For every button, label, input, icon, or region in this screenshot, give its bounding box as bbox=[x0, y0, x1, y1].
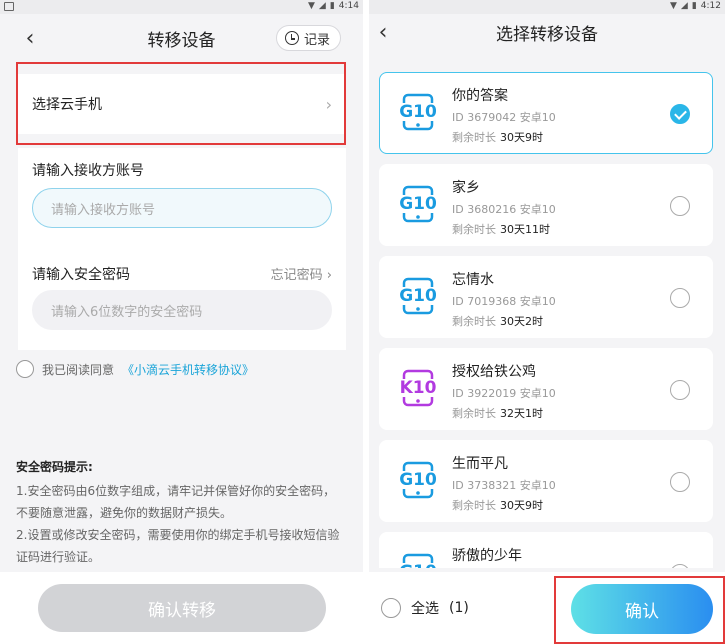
security-tips: 安全密码提示: 1.安全密码由6位数字组成，请牢记并保管好你的安全密码， 不要随… bbox=[16, 456, 346, 568]
device-radio-checked[interactable] bbox=[670, 104, 690, 124]
header: ‹ 选择转移设备 bbox=[369, 14, 725, 62]
select-cloud-phone-row[interactable]: 选择云手机 › bbox=[18, 74, 346, 134]
tips-line: 证码进行验证。 bbox=[16, 550, 101, 564]
device-name: 骄傲的少年 bbox=[452, 548, 522, 564]
device-badge-icon: G10 bbox=[398, 93, 438, 133]
tips-line: 不要随意泄露，避免你的数据财产损失。 bbox=[16, 506, 233, 520]
signal-icon: ◢ bbox=[680, 1, 688, 11]
transfer-form: 请输入接收方账号 请输入接收方账号 请输入安全密码 忘记密码 › 请输入6位数字… bbox=[18, 148, 346, 350]
device-list: G10 你的答案 ID 3679042 安卓10 剩余时长 30天9时 G10 家乡 ID 3… bbox=[379, 72, 713, 568]
forgot-password-label: 忘记密码 bbox=[270, 268, 323, 283]
select-all-toggle[interactable]: 全选 (1) bbox=[381, 598, 469, 618]
device-badge-label: G10 bbox=[399, 102, 437, 122]
device-name: 授权给铁公鸡 bbox=[452, 364, 536, 380]
device-badge-label: G10 bbox=[399, 286, 437, 306]
password-label: 请输入安全密码 bbox=[32, 267, 130, 283]
remaining-value: 30天11时 bbox=[500, 223, 550, 236]
remaining-label: 剩余时长 bbox=[452, 407, 496, 420]
status-time: 4:14 bbox=[338, 1, 359, 11]
agreement-row: 我已阅读同意 《小滴云手机转移协议》 bbox=[16, 360, 254, 378]
tips-title: 安全密码提示: bbox=[16, 460, 93, 474]
page-title: 选择转移设备 bbox=[496, 25, 598, 45]
device-remaining-time: 剩余时长 30天2时 bbox=[452, 313, 543, 329]
device-radio[interactable] bbox=[670, 564, 690, 568]
device-id: ID 3679042 安卓10 bbox=[452, 111, 556, 124]
device-radio[interactable] bbox=[670, 288, 690, 308]
chevron-right-icon: › bbox=[325, 94, 332, 114]
bottom-bar: 确认转移 bbox=[0, 572, 363, 644]
device-badge-label: G10 bbox=[399, 194, 437, 214]
header: ‹ 转移设备 记录 bbox=[0, 14, 363, 62]
tips-line: 2.设置或修改安全密码，需要使用你的绑定手机号接收短信验 bbox=[16, 528, 340, 542]
device-radio[interactable] bbox=[670, 472, 690, 492]
remaining-label: 剩余时长 bbox=[452, 315, 496, 328]
record-button[interactable]: 记录 bbox=[275, 25, 341, 51]
clock-icon bbox=[284, 31, 299, 45]
select-transfer-device-screen: ▼ ◢ ▮ 4:12 ‹ 选择转移设备 G10 你的答案 ID 3679042 安卓… bbox=[369, 0, 725, 644]
device-name: 家乡 bbox=[452, 180, 480, 196]
agreement-link[interactable]: 《小滴云手机转移协议》 bbox=[122, 361, 254, 378]
battery-icon: ▮ bbox=[691, 1, 697, 11]
device-badge-icon: G10 bbox=[398, 461, 438, 501]
select-cloud-phone-label: 选择云手机 bbox=[32, 97, 102, 113]
account-input[interactable]: 请输入接收方账号 bbox=[32, 188, 332, 228]
password-input[interactable]: 请输入6位数字的安全密码 bbox=[32, 290, 332, 330]
status-bar: ▼ ◢ ▮ 4:12 bbox=[369, 0, 725, 14]
signal-icon: ◢ bbox=[318, 1, 326, 11]
selected-count: (1) bbox=[449, 600, 469, 616]
device-remaining-time: 剩余时长 30天11时 bbox=[452, 221, 550, 237]
notification-icon bbox=[4, 2, 14, 11]
device-badge-icon: K10 bbox=[398, 369, 438, 409]
device-card[interactable]: G10 忘情水 ID 7019368 安卓10 剩余时长 30天2时 bbox=[379, 256, 713, 338]
wifi-icon: ▼ bbox=[669, 1, 677, 11]
bottom-bar: 全选 (1) 确认 bbox=[369, 572, 725, 644]
device-card[interactable]: G10 你的答案 ID 3679042 安卓10 剩余时长 30天9时 bbox=[379, 72, 713, 154]
device-card[interactable]: K10 授权给铁公鸡 ID 3922019 安卓10 剩余时长 32天1时 bbox=[379, 348, 713, 430]
device-card[interactable]: G10 生而平凡 ID 3738321 安卓10 剩余时长 30天9时 bbox=[379, 440, 713, 522]
status-time: 4:12 bbox=[700, 1, 721, 11]
device-badge-label: G10 bbox=[398, 562, 438, 568]
device-badge-icon: G10 bbox=[398, 553, 438, 568]
remaining-value: 30天9时 bbox=[500, 131, 543, 144]
agree-checkbox[interactable] bbox=[16, 360, 34, 378]
remaining-value: 30天2时 bbox=[500, 315, 543, 328]
confirm-transfer-button[interactable]: 确认转移 bbox=[38, 584, 326, 632]
device-badge-icon: G10 bbox=[398, 185, 438, 225]
account-label: 请输入接收方账号 bbox=[32, 163, 144, 179]
device-badge-label: K10 bbox=[399, 378, 437, 398]
select-all-label: 全选 bbox=[411, 601, 439, 617]
remaining-value: 32天1时 bbox=[500, 407, 543, 420]
chevron-right-icon: › bbox=[326, 268, 332, 283]
remaining-label: 剩余时长 bbox=[452, 223, 496, 236]
device-remaining-time: 剩余时长 30天9时 bbox=[452, 497, 543, 513]
record-button-label: 记录 bbox=[303, 32, 330, 48]
device-radio[interactable] bbox=[670, 196, 690, 216]
confirm-button[interactable]: 确认 bbox=[571, 584, 713, 634]
device-name: 生而平凡 bbox=[452, 456, 508, 472]
status-bar: ▼ ◢ ▮ 4:14 bbox=[0, 0, 363, 14]
device-card[interactable]: G10骄傲的少年ID 3696136 安卓10剩余时长 bbox=[379, 532, 713, 568]
device-badge-label: G10 bbox=[399, 470, 437, 490]
select-all-radio[interactable] bbox=[381, 598, 401, 618]
remaining-label: 剩余时长 bbox=[452, 499, 496, 512]
device-remaining-time: 剩余时长 32天1时 bbox=[452, 405, 543, 421]
device-badge-icon: G10 bbox=[398, 277, 438, 317]
remaining-label: 剩余时长 bbox=[452, 131, 496, 144]
battery-icon: ▮ bbox=[329, 1, 335, 11]
device-name: 你的答案 bbox=[452, 88, 508, 104]
forgot-password-link[interactable]: 忘记密码 › bbox=[271, 264, 332, 283]
device-id: ID 3680216 安卓10 bbox=[452, 203, 556, 216]
wifi-icon: ▼ bbox=[307, 1, 315, 11]
remaining-value: 30天9时 bbox=[500, 499, 543, 512]
device-radio[interactable] bbox=[670, 380, 690, 400]
device-id: ID 3922019 安卓10 bbox=[452, 387, 556, 400]
device-card[interactable]: G10 家乡 ID 3680216 安卓10 剩余时长 30天11时 bbox=[379, 164, 713, 246]
device-name: 忘情水 bbox=[452, 272, 494, 288]
device-remaining-time: 剩余时长 30天9时 bbox=[452, 129, 543, 145]
device-id: ID 7019368 安卓10 bbox=[452, 295, 556, 308]
transfer-device-screen: ▼ ◢ ▮ 4:14 ‹ 转移设备 记录 选择云手机 › 请输入接收方账号 请输… bbox=[0, 0, 363, 644]
agree-text: 我已阅读同意 bbox=[42, 362, 115, 377]
device-id: ID 3738321 安卓10 bbox=[452, 479, 556, 492]
tips-line: 1.安全密码由6位数字组成，请牢记并保管好你的安全密码， bbox=[16, 484, 336, 498]
